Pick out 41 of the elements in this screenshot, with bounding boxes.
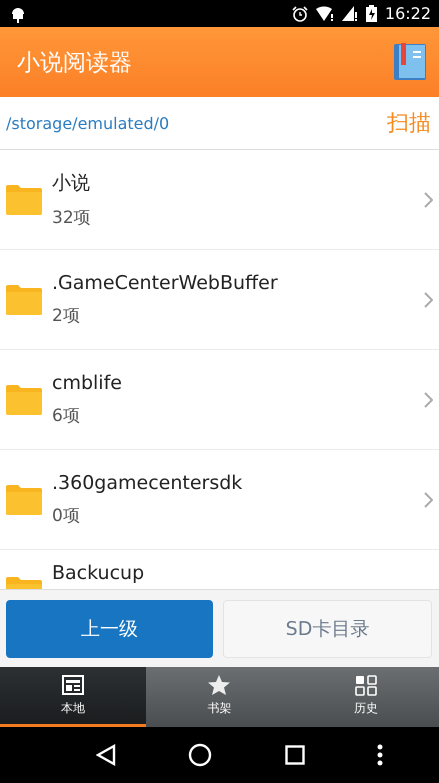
more-vert-icon xyxy=(376,744,383,766)
folder-item[interactable]: .360gamecentersdk 0项 xyxy=(0,450,439,550)
item-count: 2项 xyxy=(52,305,81,327)
folder-name: .360gamecentersdk xyxy=(52,472,244,494)
item-count: 6项 xyxy=(52,405,81,427)
clock-time: 16:22 xyxy=(384,4,431,23)
app-title: 小说阅读器 xyxy=(17,48,133,78)
folder-icon xyxy=(6,184,42,215)
folder-icon xyxy=(6,384,42,415)
book-icon xyxy=(393,43,427,81)
folder-item[interactable]: .GameCenterWebBuffer 2项 xyxy=(0,250,439,350)
star-icon xyxy=(208,674,230,696)
folder-icon xyxy=(6,484,42,515)
chevron-right-icon xyxy=(424,192,433,208)
recents-icon xyxy=(284,745,305,765)
folder-item[interactable]: cmblife 6项 xyxy=(0,350,439,450)
folder-name: Backucup xyxy=(52,562,146,584)
item-count: 32项 xyxy=(52,207,92,229)
chevron-right-icon xyxy=(424,392,433,408)
signal-icon xyxy=(342,6,358,21)
folder-item[interactable]: 小说 32项 xyxy=(0,150,439,250)
folder-icon xyxy=(6,284,42,315)
wifi-icon xyxy=(316,6,334,21)
folder-name: .GameCenterWebBuffer xyxy=(52,272,279,294)
home-icon xyxy=(188,743,212,767)
chevron-right-icon xyxy=(424,292,433,308)
folder-name: cmblife xyxy=(52,372,123,394)
nav-tab[interactable]: 书架 xyxy=(146,667,293,727)
sd-card-button[interactable]: SD卡目录 xyxy=(223,600,432,658)
back-icon xyxy=(96,744,116,766)
path-label: /storage/emulated/0 xyxy=(6,114,170,132)
nav-tab[interactable]: 本地 xyxy=(0,667,146,727)
battery-icon xyxy=(366,5,377,22)
alarm-icon xyxy=(292,6,308,22)
nav-tab[interactable]: 历史 xyxy=(292,667,439,727)
grid-icon xyxy=(354,674,377,696)
newspaper-icon xyxy=(62,674,84,696)
chevron-right-icon xyxy=(424,492,433,508)
item-count: 0项 xyxy=(52,505,81,527)
parent-folder-button[interactable]: 上一级 xyxy=(6,600,213,658)
folder-name: 小说 xyxy=(52,171,91,196)
